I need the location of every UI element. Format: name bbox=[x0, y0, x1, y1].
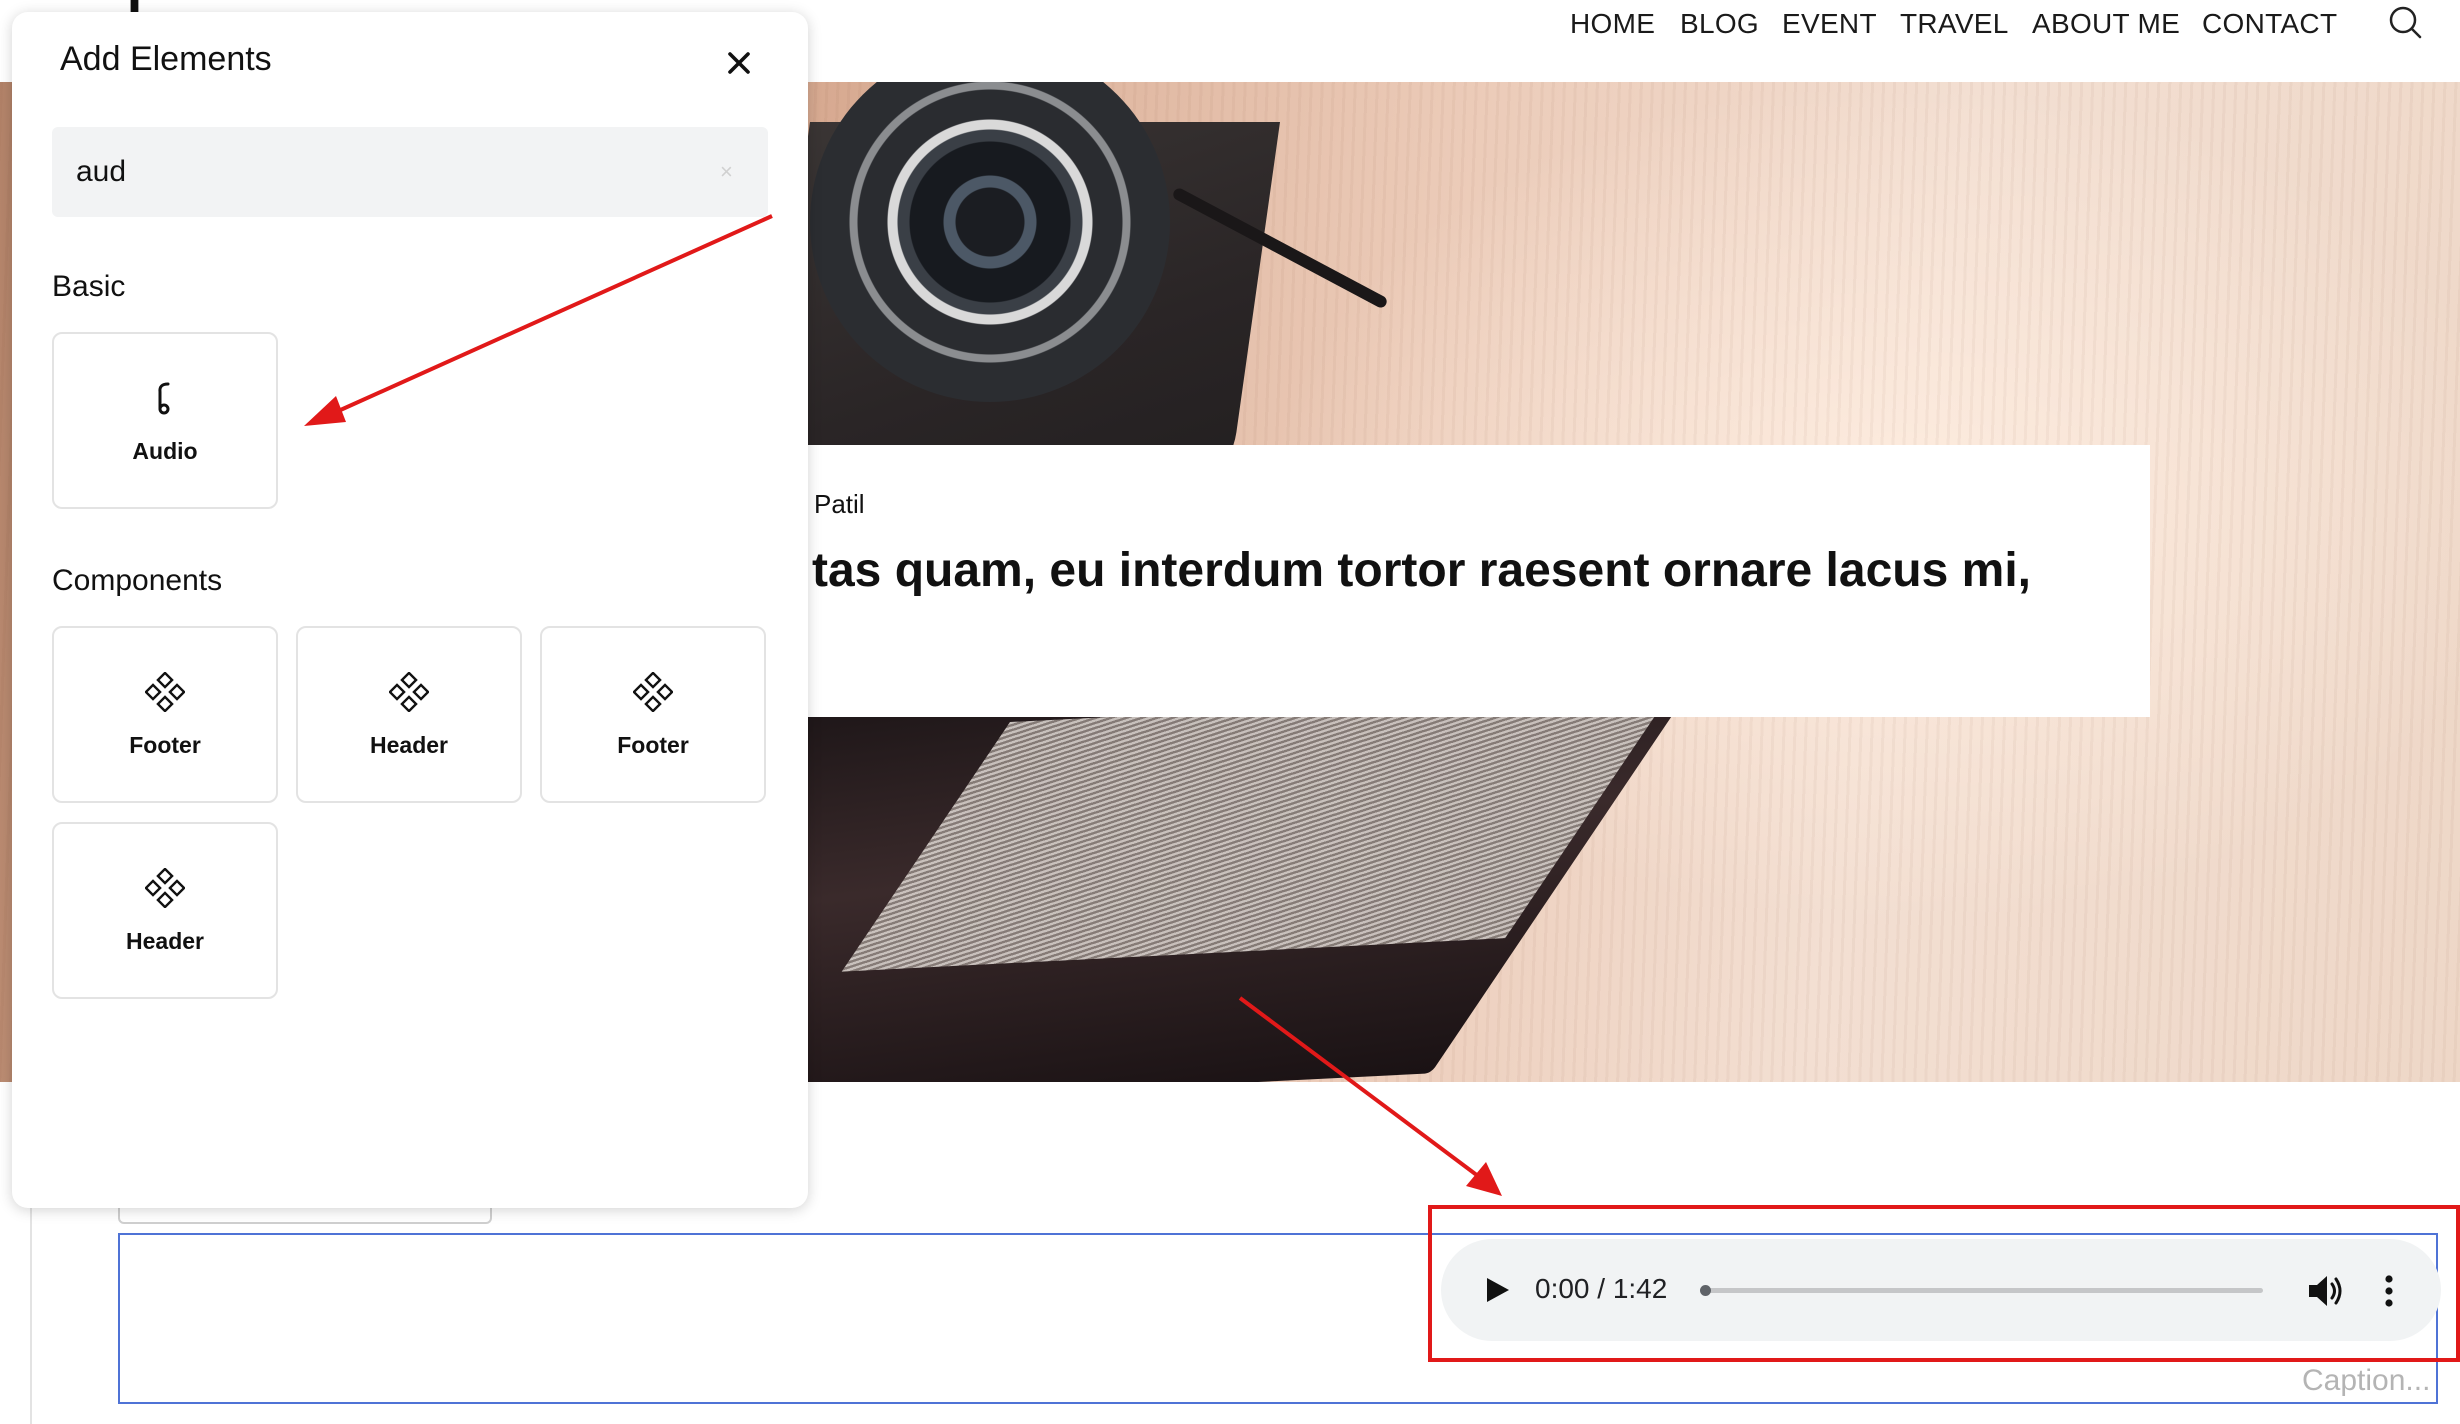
panel-title: Add Elements bbox=[60, 40, 272, 78]
nav-label[interactable]: HOME bbox=[1570, 8, 1655, 40]
element-tile-footer-2[interactable]: Footer bbox=[540, 626, 766, 803]
post-card[interactable]: Patil tas quam, eu interdum tortor raese… bbox=[690, 445, 2150, 717]
component-icon bbox=[389, 672, 429, 712]
nav-item-contact[interactable]: CONTACT bbox=[2202, 6, 2337, 42]
tile-label: Footer bbox=[129, 732, 201, 758]
element-tile-audio[interactable]: Audio bbox=[52, 332, 278, 509]
tile-label: Header bbox=[126, 928, 204, 954]
tile-label: Header bbox=[370, 732, 448, 758]
nav-item-home[interactable]: HOME bbox=[1570, 6, 1655, 42]
close-icon[interactable] bbox=[722, 46, 756, 80]
post-title[interactable]: tas quam, eu interdum tortor raesent orn… bbox=[812, 543, 2031, 598]
nav-item-travel[interactable]: TRAVEL bbox=[1900, 6, 2009, 42]
components-section-label: Components bbox=[52, 564, 223, 597]
caption-placeholder[interactable]: Caption... bbox=[2302, 1364, 2430, 1398]
component-icon bbox=[145, 868, 185, 908]
component-icon bbox=[633, 672, 673, 712]
nav-label[interactable]: EVENT bbox=[1782, 8, 1877, 40]
nav-item-event[interactable]: EVENT bbox=[1782, 6, 1877, 42]
clear-search-icon[interactable]: × bbox=[720, 161, 740, 183]
element-search-input[interactable] bbox=[52, 127, 768, 217]
basic-section-label: Basic bbox=[52, 270, 126, 303]
element-tile-footer[interactable]: Footer bbox=[52, 626, 278, 803]
music-note-icon bbox=[158, 382, 170, 415]
nav-item-blog[interactable]: BLOG bbox=[1680, 6, 1759, 42]
component-icon bbox=[145, 672, 185, 712]
annotation-highlight-box bbox=[1428, 1205, 2460, 1362]
element-tile-header[interactable]: Header bbox=[296, 626, 522, 803]
nav-item-about-me[interactable]: ABOUT ME bbox=[2032, 6, 2180, 42]
nav-label[interactable]: TRAVEL bbox=[1900, 8, 2009, 40]
nav-label[interactable]: BLOG bbox=[1680, 8, 1759, 40]
post-author[interactable]: Patil bbox=[814, 489, 865, 520]
nav-label[interactable]: CONTACT bbox=[2202, 8, 2337, 40]
element-tile-header-2[interactable]: Header bbox=[52, 822, 278, 999]
tile-label: Audio bbox=[132, 438, 198, 464]
nav-label[interactable]: ABOUT ME bbox=[2032, 8, 2180, 40]
add-elements-panel: Add Elements × Basic Audio Components Fo… bbox=[12, 12, 808, 1208]
search-icon[interactable] bbox=[2387, 4, 2423, 40]
tile-label: Footer bbox=[617, 732, 689, 758]
